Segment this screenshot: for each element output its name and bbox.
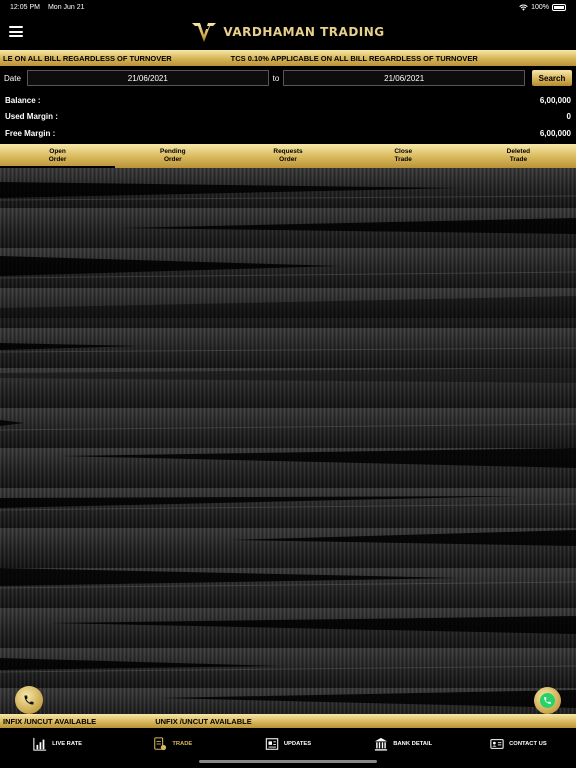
to-date-input[interactable]: 21/06/2021	[283, 70, 526, 86]
battery-icon	[552, 3, 566, 11]
used-margin-row: Used Margin : 0	[0, 109, 576, 126]
free-margin-row: Free Margin : 6,00,000	[0, 125, 576, 142]
balance-row: Balance : 6,00,000	[0, 92, 576, 109]
date-label: Date	[4, 73, 21, 83]
tab-label-line1: Open	[49, 148, 66, 155]
bottom-marquee-text-1: INFIX /UNCUT AVAILABLE	[3, 716, 97, 726]
balance-summary: Balance : 6,00,000 Used Margin : 0 Free …	[0, 92, 576, 142]
date-filter-bar: Date 21/06/2021 to 21/06/2021 Search	[0, 66, 576, 90]
whatsapp-button[interactable]	[534, 687, 561, 714]
bottom-marquee: INFIX /UNCUT AVAILABLE UNFIX /UNCUT AVAI…	[0, 714, 576, 728]
phone-icon	[24, 695, 34, 705]
nav-contact-us[interactable]: CONTACT US	[461, 728, 576, 768]
battery-percent: 100%	[531, 3, 549, 11]
status-right: 100%	[519, 3, 566, 11]
tab-label-line1: Requests	[273, 148, 303, 155]
nav-label: LIVE RATE	[52, 740, 83, 747]
status-date: Mon Jun 21	[47, 3, 85, 11]
chart-icon	[33, 737, 47, 751]
tab-pending-order[interactable]: Pending Order	[115, 144, 230, 168]
tab-deleted-trade[interactable]: Deleted Trade	[461, 144, 576, 168]
tab-label-line2: Trade	[509, 156, 528, 163]
tab-label-line1: Close	[394, 148, 413, 155]
app-header: VARDHAMAN TRADING	[0, 14, 576, 50]
brand-name: VARDHAMAN TRADING	[223, 25, 385, 39]
status-time: 12:05 PM	[10, 3, 40, 11]
whatsapp-icon	[540, 693, 555, 708]
tab-requests-order[interactable]: Requests Order	[230, 144, 345, 168]
contact-card-icon	[490, 738, 504, 749]
home-indicator[interactable]	[199, 760, 377, 763]
tab-label-line1: Pending	[159, 148, 186, 155]
newspaper-icon	[265, 737, 279, 750]
used-margin-label: Used Margin :	[5, 112, 58, 122]
free-margin-label: Free Margin :	[5, 128, 56, 138]
marquee-text-1: LE ON ALL BILL REGARDLESS OF TURNOVER	[3, 53, 172, 63]
free-margin-value: 6,00,000	[539, 128, 571, 138]
from-date-input[interactable]: 21/06/2021	[26, 70, 269, 86]
bottom-marquee-text-2: UNFIX /UNCUT AVAILABLE	[155, 716, 252, 726]
hamburger-menu-icon[interactable]	[9, 26, 23, 37]
status-bar: 12:05 PM Mon Jun 21 100%	[0, 0, 576, 14]
tab-label-line2: Trade	[394, 156, 412, 163]
search-button[interactable]: Search	[532, 70, 572, 86]
tab-open-order[interactable]: Open Order	[0, 144, 116, 168]
marquee-text-2: TCS 0.10% APPLICABLE ON ALL BILL REGARDL…	[230, 53, 478, 63]
to-label: to	[272, 73, 280, 83]
call-button[interactable]	[15, 686, 43, 714]
tab-close-trade[interactable]: Close Trade	[346, 144, 461, 168]
nav-label: TRADE	[172, 740, 193, 747]
nav-label: CONTACT US	[509, 740, 547, 747]
nav-label: UPDATES	[283, 740, 312, 747]
orders-content-area[interactable]	[0, 168, 576, 714]
balance-label: Balance :	[5, 95, 41, 105]
tab-label-line1: Deleted	[506, 148, 531, 155]
trade-icon	[154, 736, 167, 750]
nav-label: BANK DETAIL	[393, 740, 433, 747]
used-margin-value: 0	[566, 112, 571, 122]
tab-label-line2: Order	[48, 156, 67, 163]
vt-logo-icon	[192, 23, 217, 42]
order-tabs: Open Order Pending Order Requests Order Clo…	[0, 144, 576, 168]
wifi-icon	[519, 4, 528, 11]
tab-label-line2: Order	[163, 156, 182, 163]
wood-texture-background	[0, 168, 576, 714]
balance-value: 6,00,000	[539, 95, 571, 105]
nav-live-rate[interactable]: LIVE RATE	[0, 728, 115, 768]
tab-label-line2: Order	[279, 156, 297, 163]
top-marquee: LE ON ALL BILL REGARDLESS OF TURNOVER TC…	[0, 50, 576, 66]
bank-icon	[375, 737, 388, 751]
brand-logo: VARDHAMAN TRADING	[191, 21, 384, 43]
